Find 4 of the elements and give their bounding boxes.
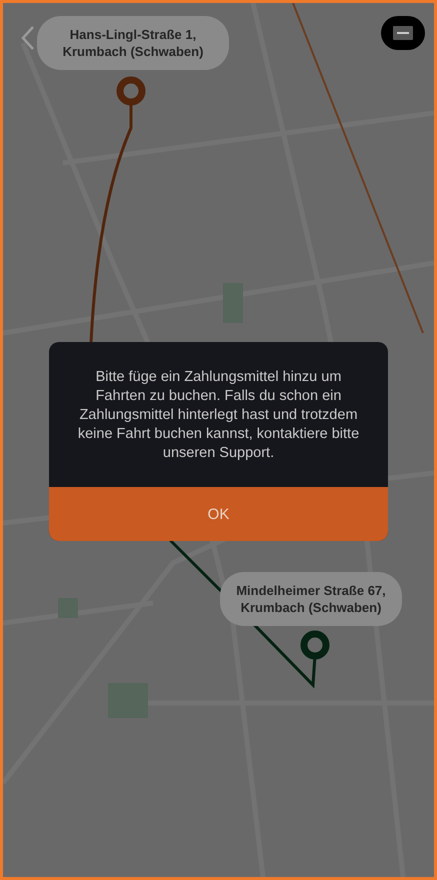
dropoff-address-label: Mindelheimer Straße 67, Krumbach (Schwaben) [220,572,402,626]
dialog-message: Bitte füge ein Zahlungsmittel hinzu um Fahrten zu buchen. Falls du schon ein Zahlungsmittel hinterlegt hast und trotzdem keine Fahrt buchen kannst, kontaktiere bitte unseren Support. [76,368,360,463]
pickup-address-label: Hans-Lingl-Straße 1, Krumbach (Schwaben) [37,16,229,70]
ok-button[interactable]: OK [49,487,388,541]
